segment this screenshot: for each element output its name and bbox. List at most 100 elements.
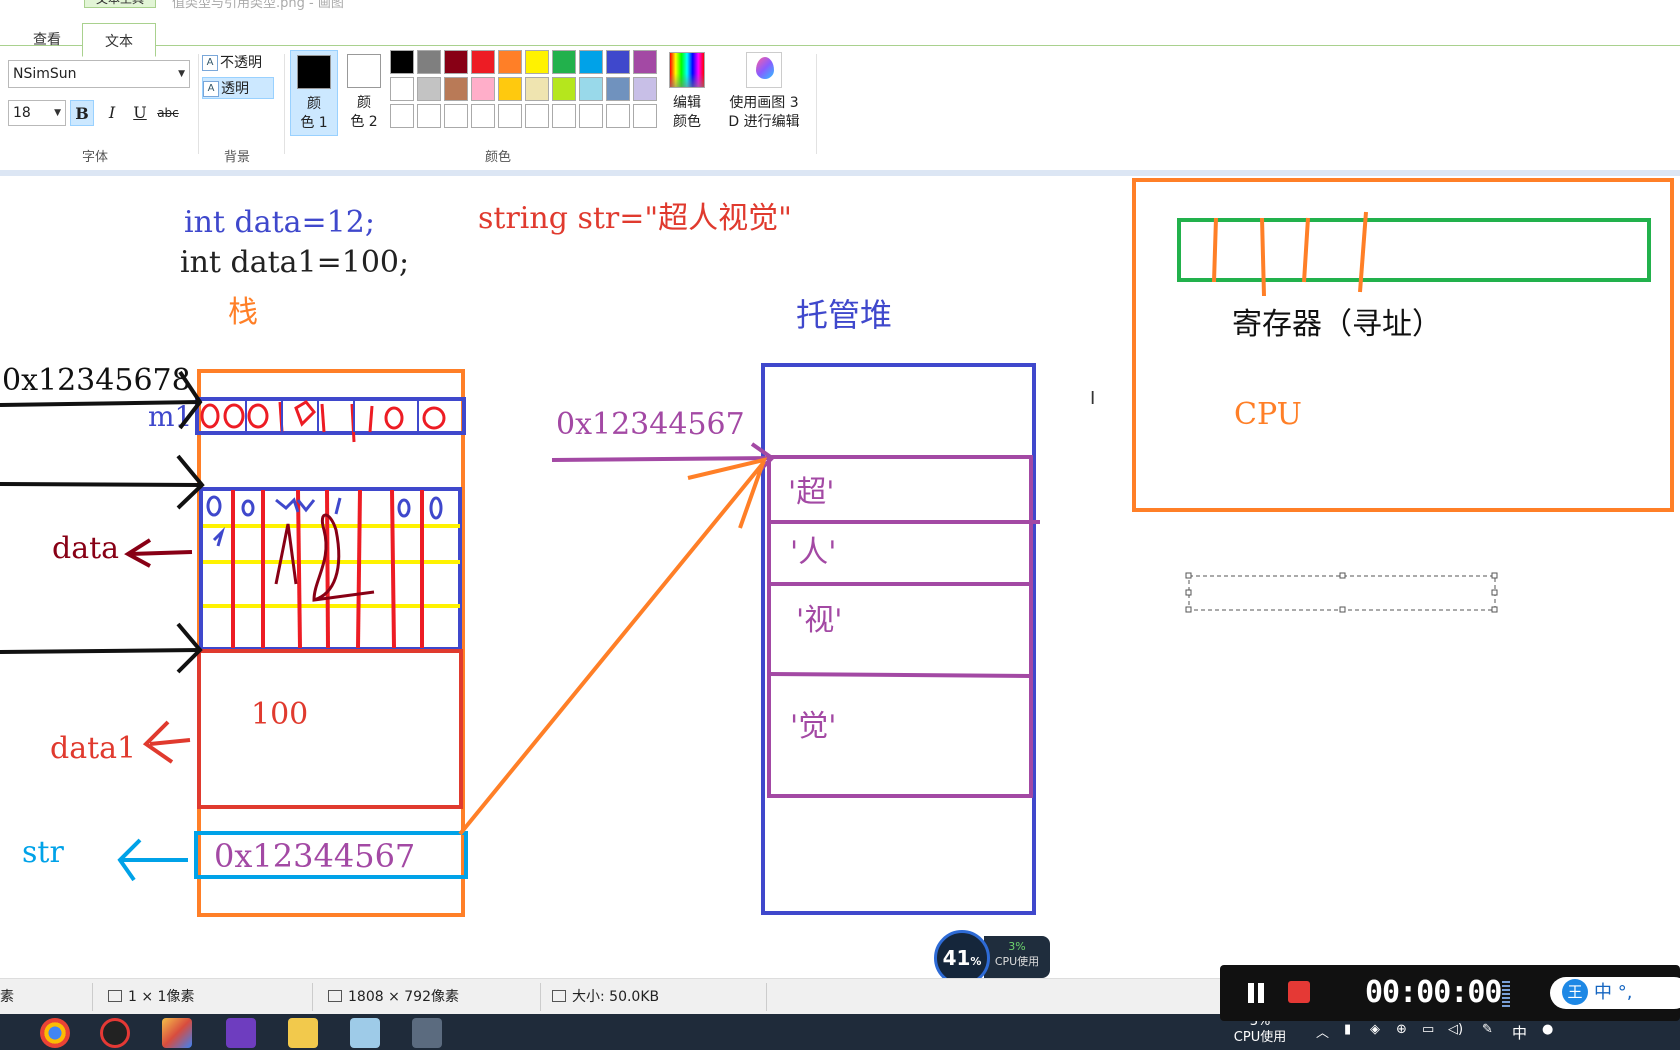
drawing-canvas[interactable]: int data=12; int data1=100; string str="… [0, 176, 1680, 970]
chrome-icon[interactable] [40, 1018, 70, 1048]
screen-recorder-icon[interactable] [100, 1018, 130, 1048]
palette-color-swatch[interactable] [444, 77, 468, 101]
background-transparent-option[interactable]: A 透明 [202, 77, 274, 99]
notepad-icon[interactable] [350, 1018, 380, 1048]
selection-size-text: 1 × 1像素 [128, 989, 195, 1005]
tab-text[interactable]: 文本 [82, 23, 156, 57]
palette-color-swatch[interactable] [471, 104, 495, 128]
background-opaque-option[interactable]: A 不透明 [202, 52, 274, 74]
status-divider [312, 983, 313, 1011]
code-string-line: string str="超人视觉" [478, 201, 792, 236]
status-divider [540, 983, 541, 1011]
palette-color-swatch[interactable] [444, 50, 468, 74]
ribbon-tab-row: 查看 文本 [0, 10, 1680, 57]
status-pixel-pos: 素 [0, 989, 14, 1005]
palette-color-swatch[interactable] [552, 77, 576, 101]
palette-color-swatch[interactable] [633, 77, 657, 101]
pause-icon[interactable] [1242, 979, 1270, 1007]
palette-color-swatch[interactable] [606, 77, 630, 101]
palette-color-swatch[interactable] [525, 77, 549, 101]
screen-recorder-toolbar: 00:00:00 王中 °, [1220, 965, 1680, 1021]
drawing-svg: int data=12; int data1=100; string str="… [0, 178, 1674, 917]
palette-color-swatch[interactable] [417, 50, 441, 74]
microphone-icon[interactable]: ▮ [1344, 1022, 1351, 1037]
palette-color-swatch[interactable] [606, 104, 630, 128]
bold-button[interactable]: B [70, 100, 94, 126]
cpu-usage-widget[interactable]: 3% CPU使用 41% [934, 930, 1050, 986]
str-arrow [117, 838, 188, 882]
paint3d-label-line2: D 进行编辑 [728, 114, 800, 130]
font-family-select[interactable]: NSimSun ▼ [8, 60, 190, 88]
underline-button[interactable]: U [128, 100, 152, 126]
file-explorer-icon[interactable] [288, 1018, 318, 1048]
font-size-select[interactable]: 18 ▼ [8, 100, 66, 126]
palette-color-swatch[interactable] [498, 77, 522, 101]
battery-icon[interactable]: ▭ [1422, 1022, 1434, 1037]
pen-icon[interactable]: ✎ [1482, 1022, 1493, 1037]
volume-icon[interactable]: ◁) [1448, 1022, 1463, 1037]
palette-color-swatch[interactable] [579, 77, 603, 101]
palette-color-swatch[interactable] [417, 104, 441, 128]
str-label: str [22, 835, 64, 870]
palette-color-swatch[interactable] [390, 50, 414, 74]
palette-color-swatch[interactable] [390, 104, 414, 128]
security-icon[interactable]: ◈ [1370, 1022, 1380, 1037]
palette-color-swatch[interactable] [417, 77, 441, 101]
strikethrough-button[interactable]: abc [156, 100, 180, 126]
palette-color-swatch[interactable] [444, 104, 468, 128]
color-1-button[interactable]: 颜 色 1 [290, 50, 338, 136]
edit-colors-button[interactable]: 编辑 颜色 [664, 50, 710, 136]
palette-color-swatch[interactable] [633, 50, 657, 74]
palette-color-swatch[interactable] [498, 104, 522, 128]
palette-color-swatch[interactable] [552, 104, 576, 128]
color-2-button[interactable]: 颜 色 2 [340, 50, 388, 136]
edit-with-paint3d-button[interactable]: 使用画图 3 D 进行编辑 [722, 50, 806, 136]
color-1-swatch [297, 55, 331, 89]
edit-colors-label-line2: 颜色 [673, 114, 701, 130]
palette-color-swatch[interactable] [471, 77, 495, 101]
network-icon[interactable]: ⊕ [1396, 1022, 1407, 1037]
drag-handle[interactable] [1502, 981, 1510, 1007]
status-divider [92, 983, 93, 1011]
color-palette [390, 50, 662, 132]
input-language[interactable]: 中 [1512, 1022, 1527, 1043]
palette-color-swatch[interactable] [498, 50, 522, 74]
palette-color-swatch[interactable] [525, 104, 549, 128]
image-size-text: 1808 × 792像素 [348, 989, 459, 1005]
color-spectrum-icon [669, 52, 705, 88]
italic-button[interactable]: I [100, 100, 124, 126]
ime-logo-icon: 王 [1562, 979, 1588, 1005]
context-tab-text-tools[interactable]: 文本工具 [84, 0, 156, 8]
text-input-box[interactable] [1188, 575, 1496, 611]
top-address-label: 0x12345678 [2, 363, 191, 398]
palette-color-swatch[interactable] [579, 50, 603, 74]
cpu-usage-pill: 3% CPU使用 [984, 936, 1050, 978]
palette-color-swatch[interactable] [579, 104, 603, 128]
memory-gauge-value: 41 [942, 946, 971, 970]
percent-sign: % [970, 955, 982, 968]
palette-color-swatch[interactable] [471, 50, 495, 74]
visual-studio-icon[interactable] [226, 1018, 256, 1048]
stop-recording-button[interactable] [1288, 981, 1310, 1003]
ime-tray-icon[interactable]: ● [1542, 1022, 1553, 1037]
palette-color-swatch[interactable] [525, 50, 549, 74]
status-image-size: 1808 × 792像素 [328, 987, 459, 1007]
calculator-icon[interactable] [412, 1018, 442, 1048]
palette-color-swatch[interactable] [552, 50, 576, 74]
color-2-label-line2: 色 2 [350, 114, 378, 130]
color-2-swatch [347, 54, 381, 88]
palette-color-swatch[interactable] [606, 50, 630, 74]
paint-icon[interactable] [162, 1018, 192, 1048]
group-label-colors: 颜色 [485, 150, 512, 165]
title-bar: 文本工具 值类型与引用类型.png - 画图 [0, 0, 1680, 11]
ime-toolbar[interactable]: 王中 °, [1550, 977, 1680, 1009]
palette-color-swatch[interactable] [633, 104, 657, 128]
code-line-1: int data=12; [184, 205, 375, 240]
palette-color-swatch[interactable] [390, 77, 414, 101]
show-hidden-icons-icon[interactable]: ︿ [1316, 1022, 1329, 1041]
save-icon [552, 990, 566, 1002]
color-1-label-line1: 颜 [307, 96, 321, 112]
transparent-icon: A [203, 81, 219, 97]
text-box-handles[interactable] [1185, 572, 1498, 613]
group-divider [284, 54, 285, 154]
